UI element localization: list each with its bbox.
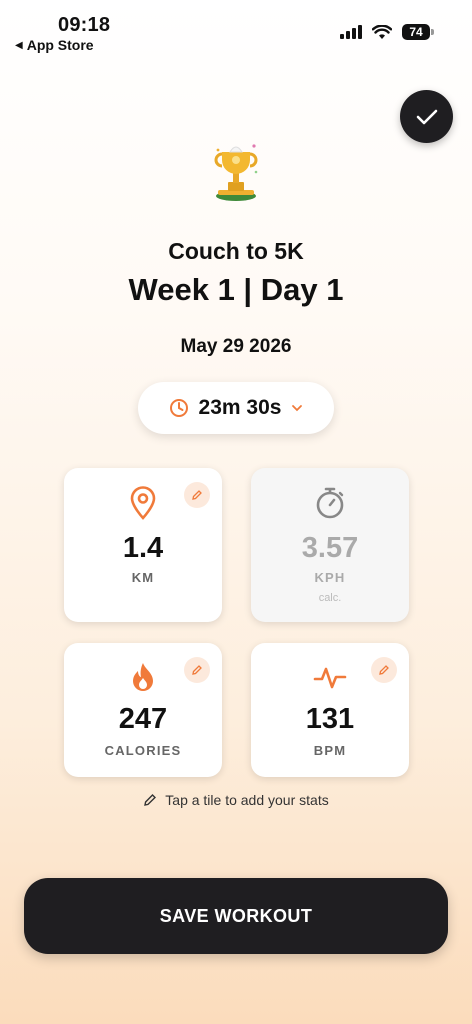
chevron-down-icon: [292, 405, 303, 412]
pulse-icon: [313, 667, 347, 689]
back-triangle-icon: ◀: [15, 39, 23, 51]
stats-hint: Tap a tile to add your stats: [0, 792, 472, 808]
distance-value: 1.4: [122, 532, 164, 564]
heart-rate-value: 131: [305, 703, 355, 735]
speed-calc-note: calc.: [318, 592, 342, 604]
distance-tile[interactable]: 1.4 KM: [64, 468, 222, 622]
battery-level: 74: [402, 24, 430, 40]
save-workout-button[interactable]: SAVE WORKOUT: [24, 878, 448, 954]
battery-icon: 74: [402, 24, 434, 40]
back-app-label: App Store: [26, 37, 94, 53]
heart-rate-unit: BPM: [313, 743, 347, 758]
duration-value: 23m 30s: [198, 396, 282, 419]
wifi-icon: [372, 24, 392, 39]
status-indicators: 74: [340, 24, 434, 40]
check-icon: [416, 109, 437, 124]
complete-check-button[interactable]: [400, 90, 453, 143]
duration-selector[interactable]: 23m 30s: [138, 382, 334, 434]
week-day-title: Week 1 | Day 1: [128, 272, 344, 307]
pencil-icon: [144, 794, 157, 806]
cellular-signal-icon: [340, 25, 362, 39]
speed-tile[interactable]: 3.57 KPH calc.: [251, 468, 409, 622]
speed-unit: KPH: [314, 570, 346, 585]
program-title: Couch to 5K: [168, 238, 304, 264]
workout-date: May 29 2026: [180, 336, 292, 357]
distance-unit: KM: [131, 570, 155, 585]
status-time: 09:18: [58, 14, 111, 36]
flame-icon: [133, 663, 153, 691]
location-pin-icon: [130, 486, 156, 520]
stats-hint-text: Tap a tile to add your stats: [165, 792, 329, 808]
clock-icon: [169, 399, 188, 417]
calories-unit: CALORIES: [104, 743, 182, 758]
calories-value: 247: [118, 703, 168, 735]
calories-tile[interactable]: 247 CALORIES: [64, 643, 222, 777]
stopwatch-icon: [316, 487, 344, 519]
back-to-app-link[interactable]: ◀ App Store: [15, 37, 94, 53]
trophy-icon: [214, 144, 258, 201]
speed-value: 3.57: [301, 532, 359, 564]
heart-rate-tile[interactable]: 131 BPM: [251, 643, 409, 777]
